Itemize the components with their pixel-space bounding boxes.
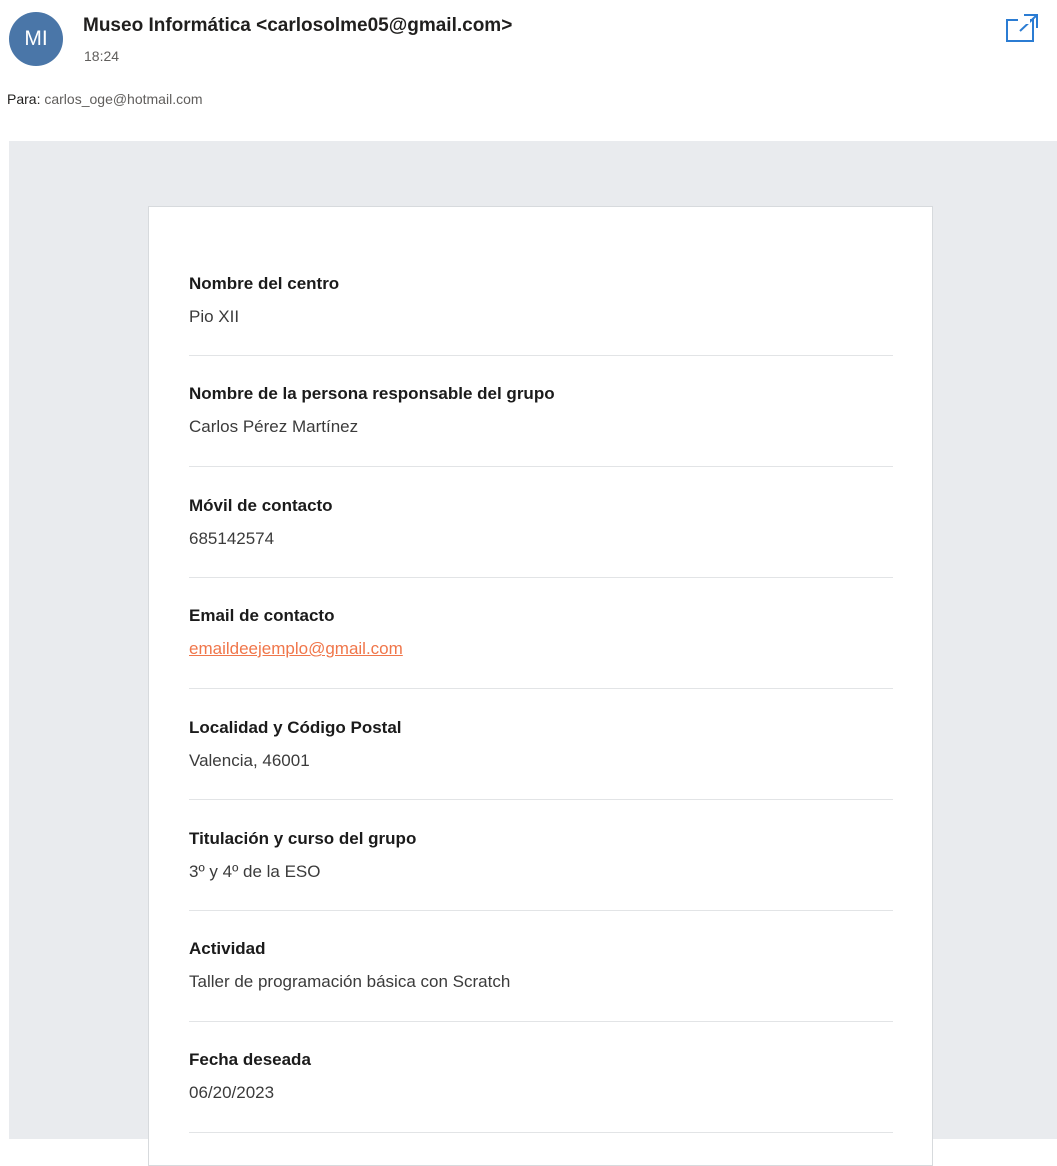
field-label: Titulación y curso del grupo	[189, 829, 417, 848]
message-body: Nombre del centro Pio XII Nombre de la p…	[9, 141, 1057, 1166]
field-localidad: Localidad y Código Postal Valencia, 4600…	[189, 718, 893, 800]
field-value: Valencia, 46001	[189, 751, 310, 770]
field-responsable: Nombre de la persona responsable del gru…	[189, 384, 893, 467]
popout-icon-graphic	[1006, 14, 1038, 42]
field-actividad: Actividad Taller de programación básica …	[189, 939, 893, 1022]
sender-avatar[interactable]: MI	[9, 12, 63, 66]
message-header: MI Museo Informática <carlosolme05@gmail…	[0, 0, 1057, 140]
open-in-new-window-icon[interactable]	[1004, 12, 1040, 44]
field-titulacion: Titulación y curso del grupo 3º y 4º de …	[189, 829, 893, 911]
field-fecha: Fecha deseada 06/20/2023	[189, 1050, 893, 1133]
field-value: 06/20/2023	[189, 1083, 275, 1102]
field-label: Móvil de contacto	[189, 496, 333, 515]
field-movil: Móvil de contacto 685142574	[189, 496, 893, 578]
field-label: Fecha deseada	[189, 1050, 311, 1069]
recipient-line: Para: carlos_oge@hotmail.com	[7, 91, 203, 107]
field-label: Nombre de la persona responsable del gru…	[189, 384, 555, 403]
field-value: 3º y 4º de la ESO	[189, 862, 321, 881]
field-label: Nombre del centro	[189, 274, 340, 293]
email-link[interactable]: emaildeejemplo@gmail.com	[189, 639, 403, 659]
form-card: Nombre del centro Pio XII Nombre de la p…	[148, 206, 933, 1166]
field-value: 685142574	[189, 529, 275, 548]
field-value: Taller de programación básica con Scratc…	[189, 972, 511, 991]
sender-name[interactable]: Museo Informática <carlosolme05@gmail.co…	[83, 15, 512, 37]
field-nombre-centro: Nombre del centro Pio XII	[189, 274, 893, 356]
recipient-label: Para:	[7, 91, 41, 107]
field-value: Pio XII	[189, 307, 240, 326]
field-label: Actividad	[189, 939, 266, 958]
field-label: Localidad y Código Postal	[189, 718, 402, 737]
recipient-address[interactable]: carlos_oge@hotmail.com	[44, 91, 202, 107]
field-email: Email de contacto emaildeejemplo@gmail.c…	[189, 606, 893, 689]
message-time: 18:24	[84, 48, 120, 64]
field-label: Email de contacto	[189, 606, 335, 625]
field-value: Carlos Pérez Martínez	[189, 417, 359, 436]
